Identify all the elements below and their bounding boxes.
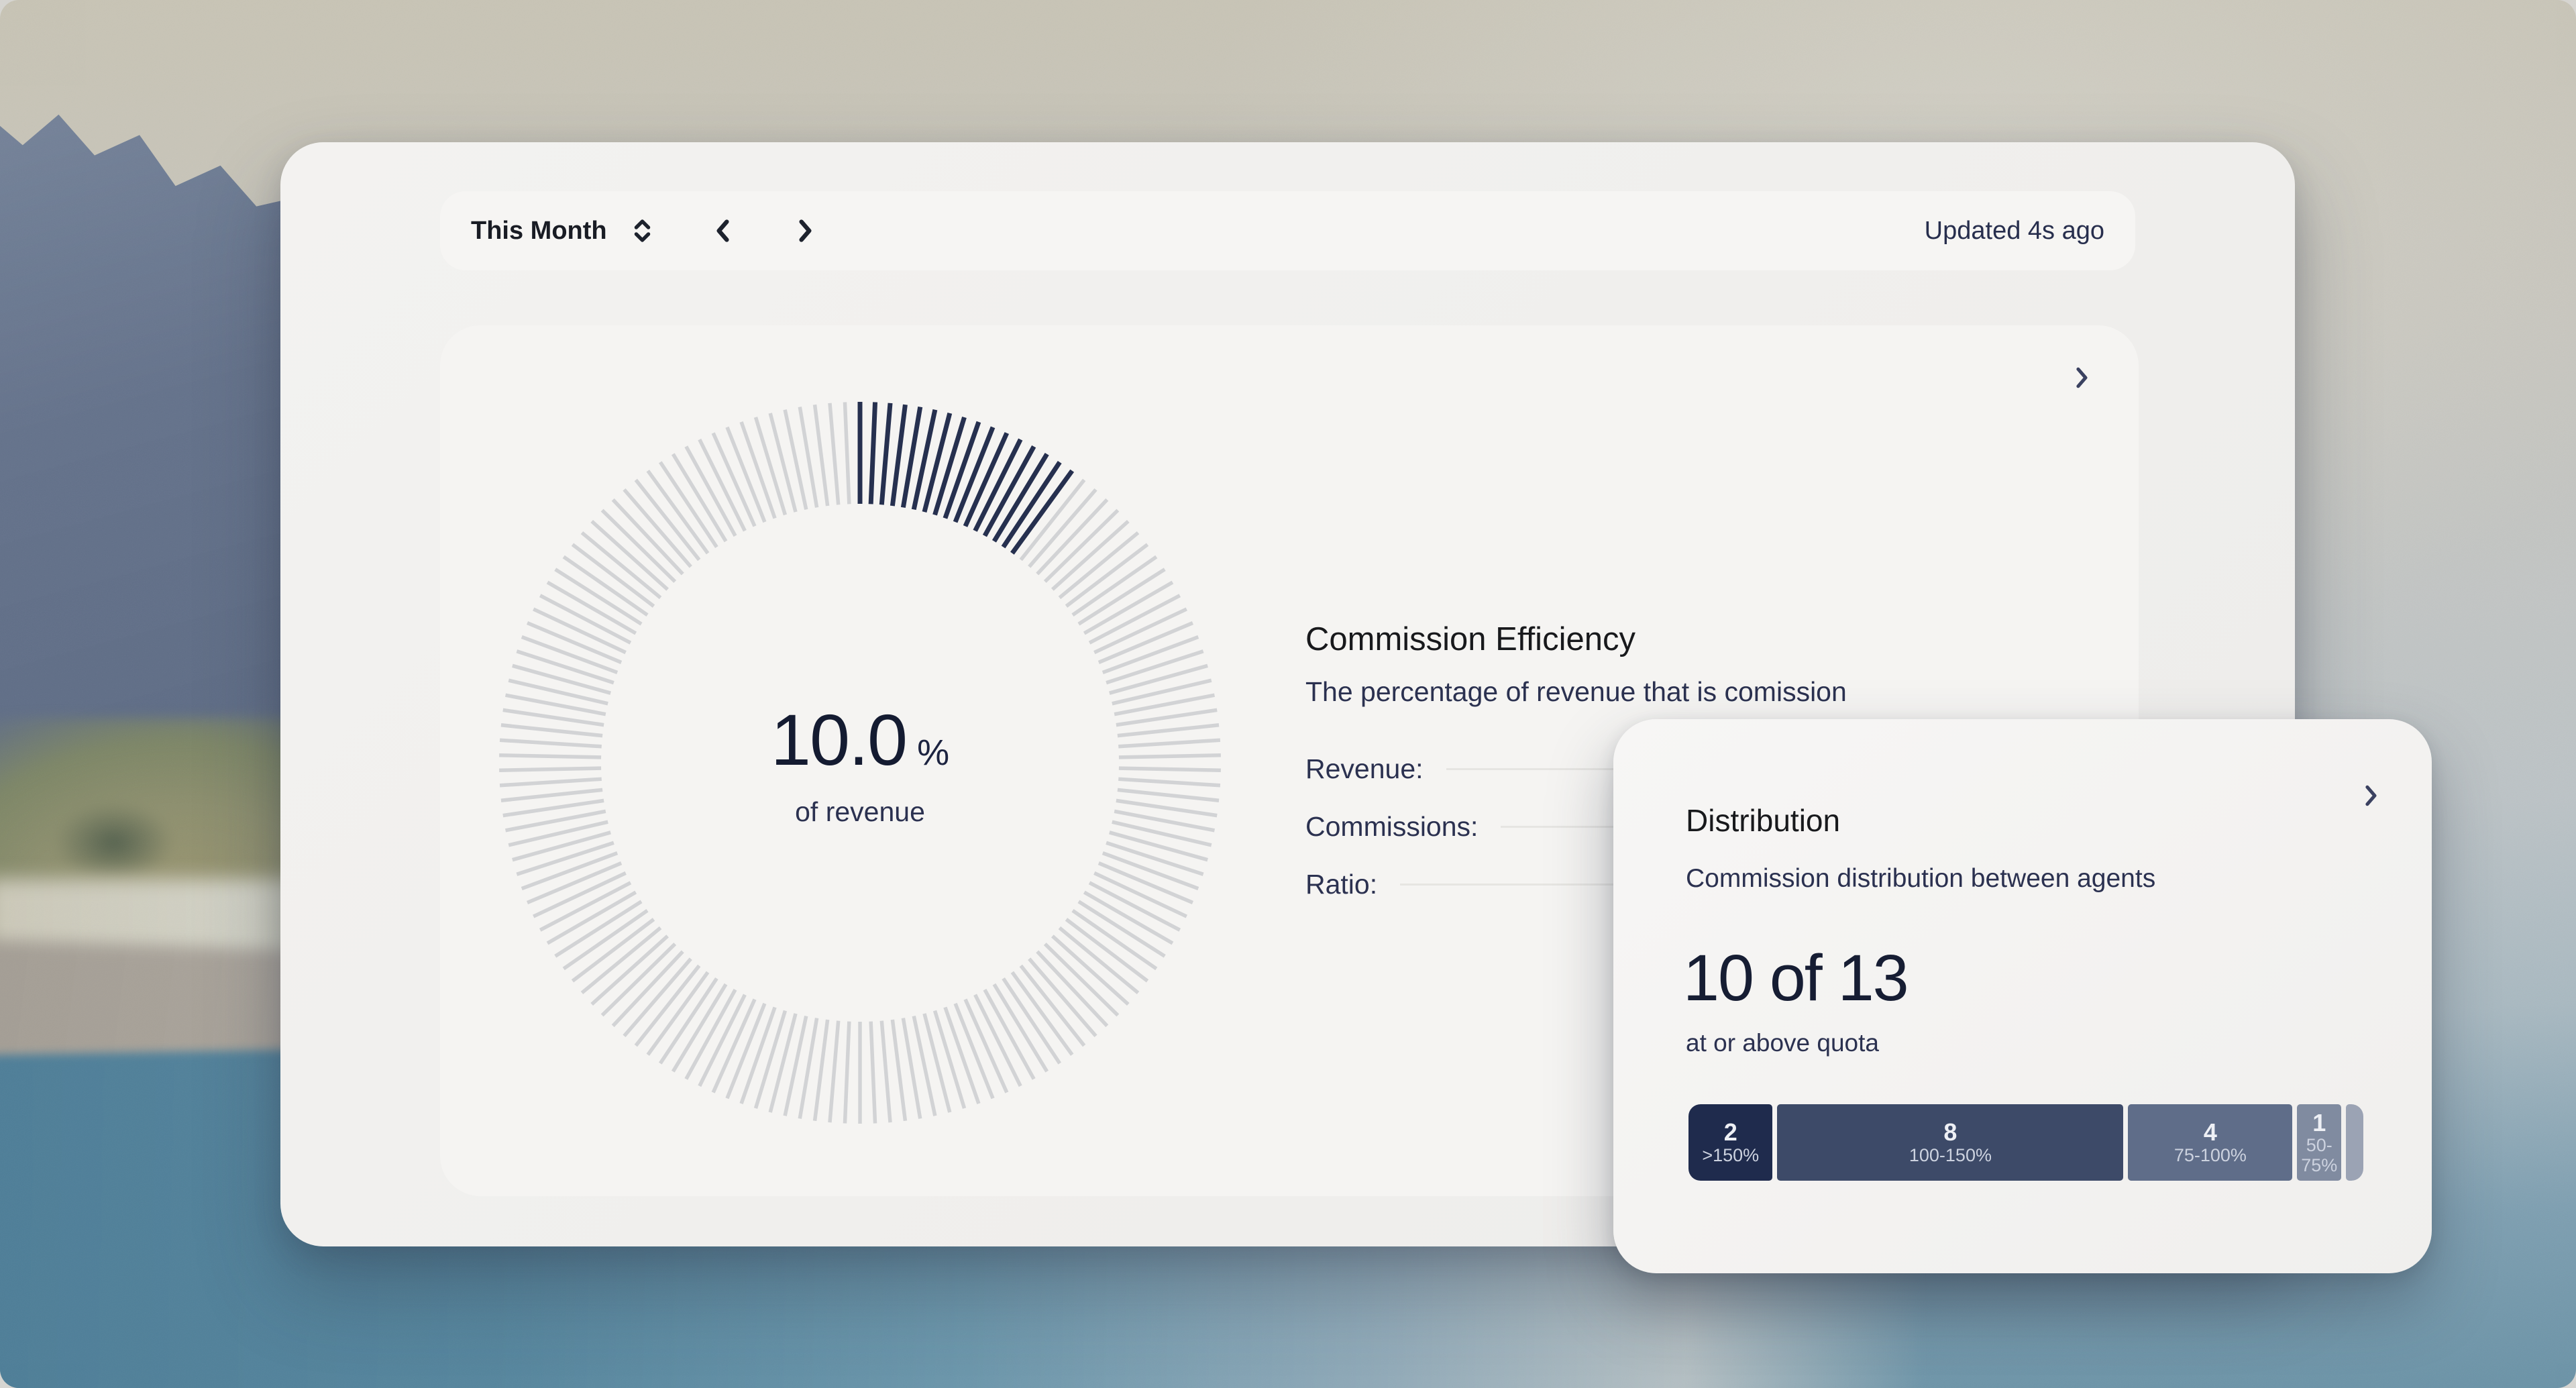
distribution-card: Distribution Commission distribution bet…: [1613, 719, 2432, 1273]
metric-label: Revenue:: [1305, 753, 1424, 785]
segment-range: 100-150%: [1909, 1144, 1992, 1165]
stage: This Month Updated 4s ago 10.0 % of reve…: [0, 0, 2576, 1388]
segment-count: 1: [2312, 1108, 2326, 1136]
chevron-up-down-icon: [634, 219, 650, 242]
segment-range: >150%: [1702, 1144, 1760, 1165]
chevron-left-icon: [716, 219, 729, 242]
previous-period-button[interactable]: [711, 215, 735, 246]
metric-label: Commissions:: [1305, 811, 1479, 843]
distribution-bar: 2 >150% 8 100-150% 4 75-100% 1 50-75%: [1688, 1104, 2363, 1181]
period-select-value: This Month: [471, 216, 607, 245]
distribution-segment: 2 >150%: [1688, 1104, 1773, 1181]
segment-range: 75-100%: [2174, 1144, 2247, 1165]
gauge-caption: of revenue: [795, 796, 925, 827]
distribution-subtitle: Commission distribution between agents: [1686, 864, 2156, 893]
distribution-segment: [2346, 1104, 2363, 1181]
updated-status: Updated 4s ago: [1924, 216, 2104, 245]
segment-range: 50-75%: [2301, 1135, 2338, 1175]
distribution-expand-button[interactable]: [2359, 781, 2382, 812]
efficiency-subtitle: The percentage of revenue that is comiss…: [1305, 676, 1847, 708]
segment-count: 4: [2203, 1118, 2217, 1146]
distribution-caption: at or above quota: [1686, 1029, 1879, 1057]
gauge-unit: %: [917, 733, 950, 773]
segment-count: 8: [1943, 1118, 1957, 1146]
metric-label: Ratio:: [1305, 869, 1378, 900]
distribution-segment: 1 50-75%: [2297, 1104, 2342, 1181]
distribution-title: Distribution: [1686, 803, 1841, 838]
distribution-segment: 4 75-100%: [2128, 1104, 2293, 1181]
distribution-segment: 8 100-150%: [1777, 1104, 2124, 1181]
gauge-value: 10.0: [770, 699, 908, 780]
gauge-center: 10.0 % of revenue: [498, 401, 1222, 1125]
panel-expand-button[interactable]: [2070, 363, 2093, 394]
period-select[interactable]: This Month: [471, 214, 653, 248]
efficiency-title: Commission Efficiency: [1305, 621, 1635, 657]
toolbar: This Month Updated 4s ago: [440, 191, 2135, 270]
next-period-button[interactable]: [793, 215, 817, 246]
chevron-right-icon: [799, 219, 812, 242]
chevron-right-icon: [2076, 367, 2088, 388]
chevron-right-icon: [2365, 785, 2377, 806]
commission-gauge: 10.0 % of revenue: [498, 401, 1222, 1125]
distribution-headline: 10 of 13: [1683, 941, 1909, 1014]
segment-count: 2: [1723, 1118, 1737, 1146]
